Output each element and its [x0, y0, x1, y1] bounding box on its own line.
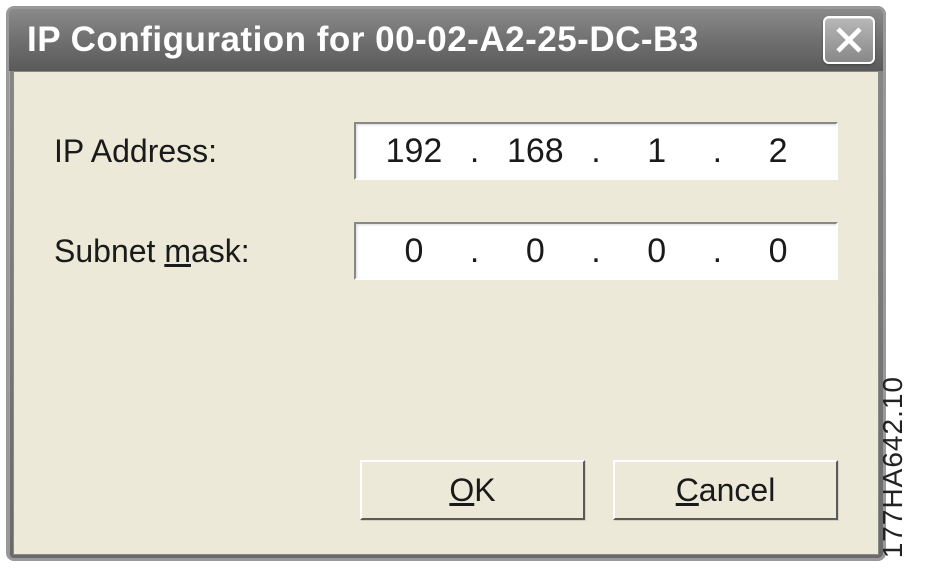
close-icon	[835, 26, 863, 54]
dot-separator: .	[585, 132, 606, 171]
subnet-mask-row: Subnet mask: . . .	[54, 222, 838, 280]
dialog-client-area: IP Address: . . . Subnet mask: . .	[13, 71, 879, 555]
mask-octet-1[interactable]	[364, 232, 464, 271]
dot-separator: .	[707, 232, 728, 271]
ip-octet-3[interactable]	[607, 132, 707, 171]
ip-octet-4[interactable]	[728, 132, 828, 171]
ok-suffix: K	[474, 472, 495, 509]
dot-separator: .	[585, 232, 606, 271]
mask-octet-3[interactable]	[607, 232, 707, 271]
ip-address-field[interactable]: . . .	[354, 122, 838, 180]
cancel-suffix: ancel	[699, 472, 776, 509]
mask-octet-4[interactable]	[728, 232, 828, 271]
ok-button[interactable]: OK	[360, 460, 585, 520]
ip-octet-2[interactable]	[485, 132, 585, 171]
label-mnemonic: m	[164, 233, 191, 269]
ip-address-label: IP Address:	[54, 133, 354, 170]
dialog-window: IP Configuration for 00-02-A2-25-DC-B3 I…	[6, 6, 886, 561]
dot-separator: .	[464, 232, 485, 271]
close-button[interactable]	[823, 16, 875, 64]
dot-separator: .	[707, 132, 728, 171]
subnet-mask-field[interactable]: . . .	[354, 222, 838, 280]
ip-octet-1[interactable]	[364, 132, 464, 171]
cancel-button[interactable]: Cancel	[613, 460, 838, 520]
label-suffix: ask:	[191, 233, 250, 269]
label-prefix: Subnet	[54, 233, 164, 269]
cancel-mnemonic: C	[676, 472, 699, 509]
mask-octet-2[interactable]	[485, 232, 585, 271]
button-row: OK Cancel	[360, 460, 838, 520]
ok-mnemonic: O	[449, 472, 474, 509]
figure-id-label: 177HA642.10	[877, 376, 909, 558]
ip-address-row: IP Address: . . .	[54, 122, 838, 180]
subnet-mask-label: Subnet mask:	[54, 233, 354, 270]
dot-separator: .	[464, 132, 485, 171]
window-title: IP Configuration for 00-02-A2-25-DC-B3	[27, 20, 823, 60]
titlebar: IP Configuration for 00-02-A2-25-DC-B3	[9, 9, 883, 71]
